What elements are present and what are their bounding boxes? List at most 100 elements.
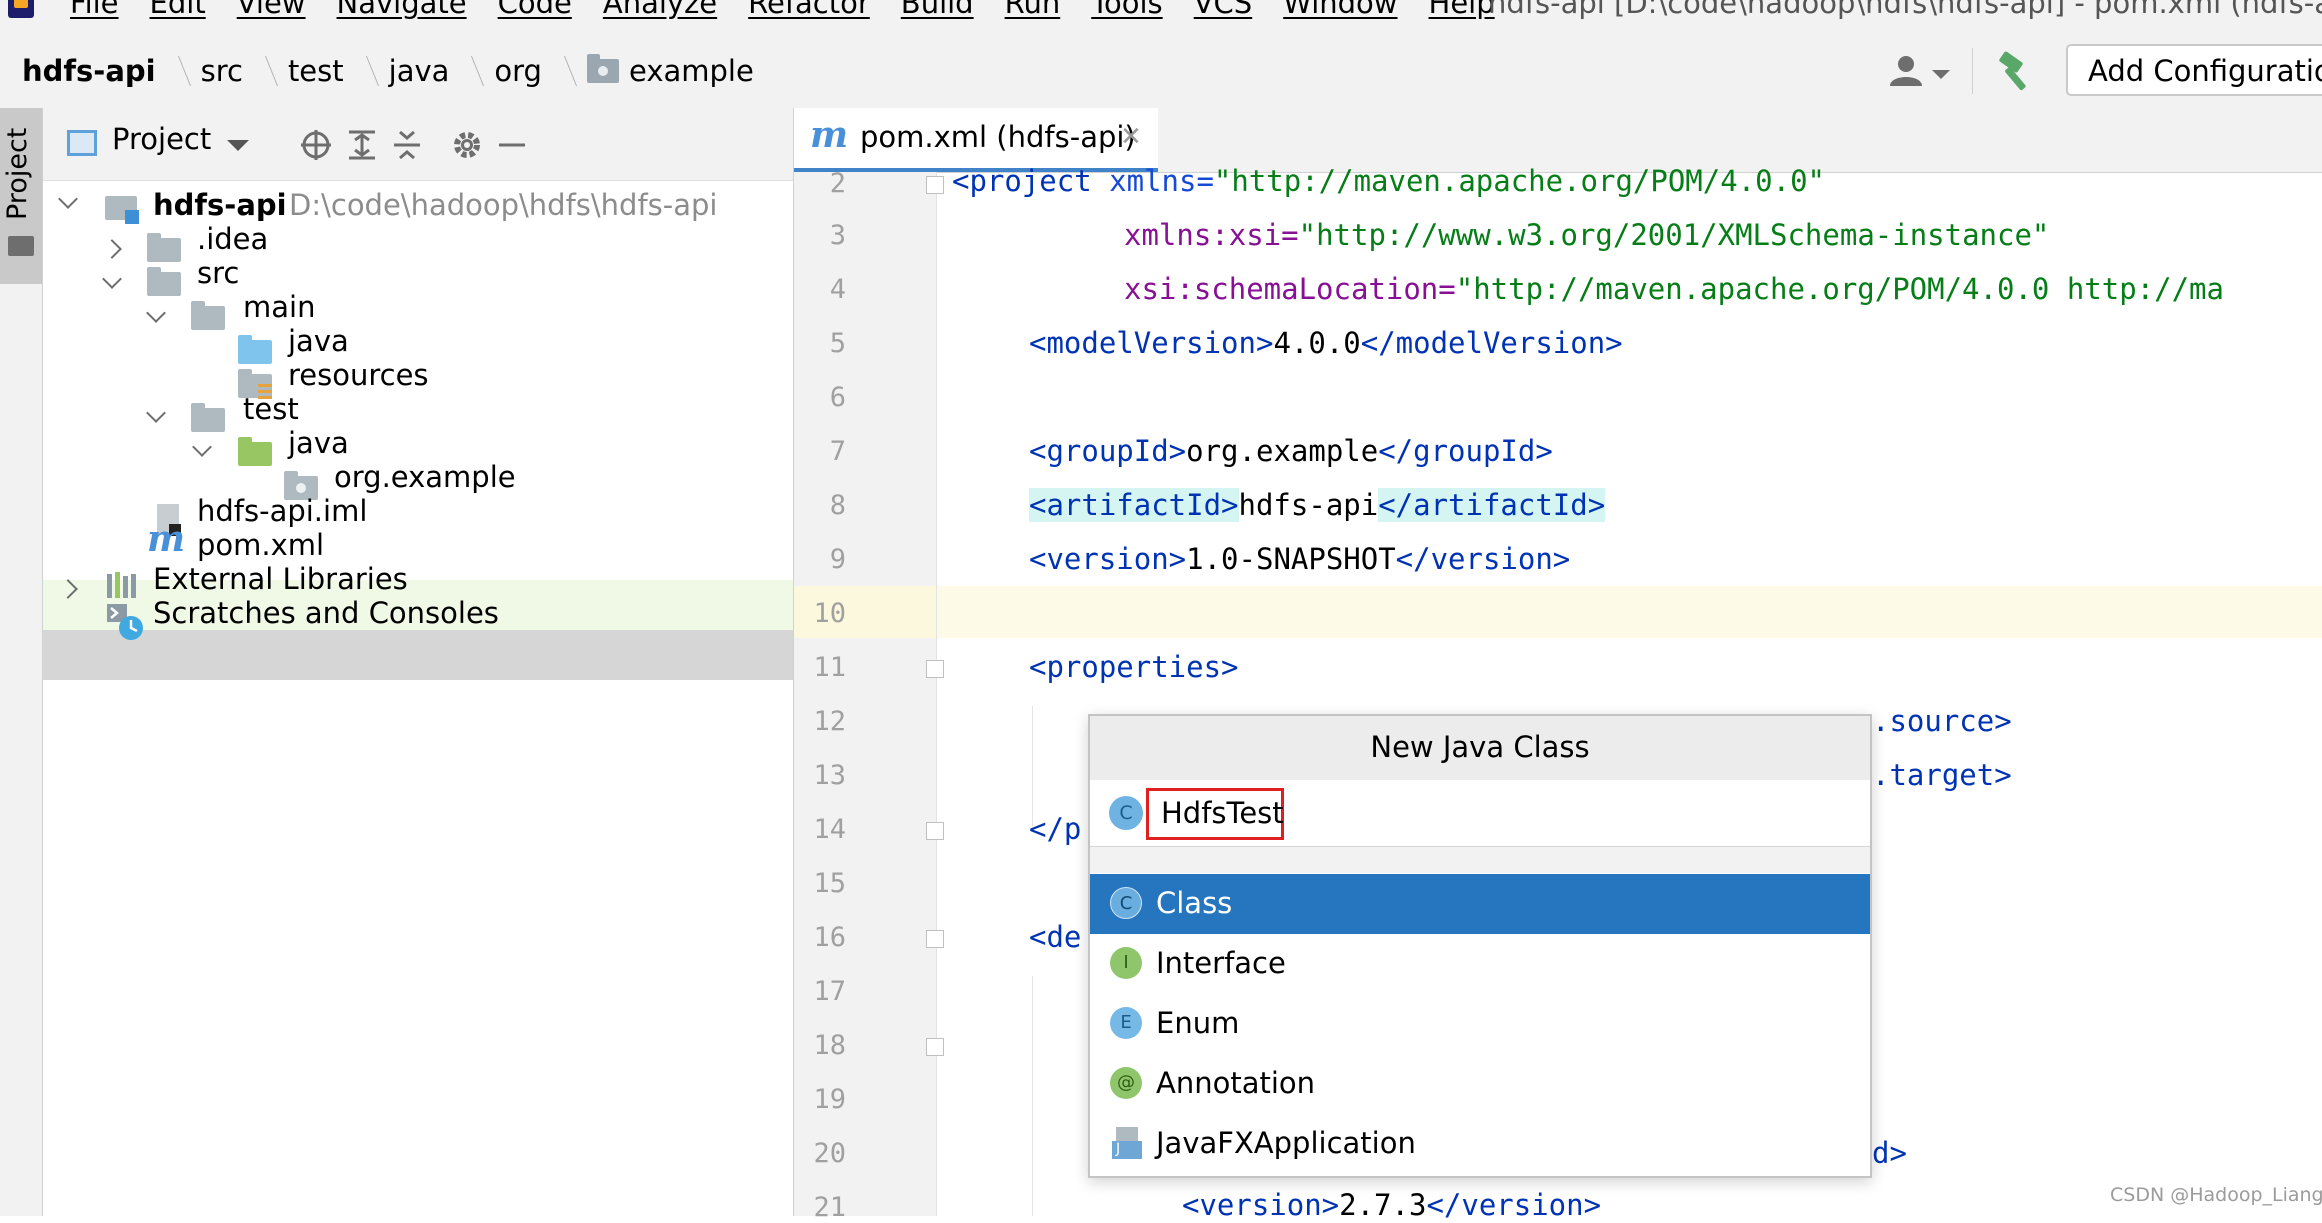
kind-option-interface[interactable]: I Interface: [1090, 934, 1870, 994]
tree-item-org-example[interactable]: org.example: [334, 460, 516, 494]
tree-item-test[interactable]: test: [243, 392, 299, 426]
breadcrumb-test[interactable]: test: [288, 54, 344, 88]
chevron-down-icon[interactable]: [58, 189, 78, 209]
chevron-down-icon[interactable]: [102, 269, 122, 289]
menu-navigate[interactable]: Navigate: [337, 0, 467, 20]
line-number: 18: [813, 1030, 846, 1061]
menu-refactor[interactable]: Refactor: [748, 0, 870, 20]
code-line-14[interactable]: </p: [1029, 812, 1081, 846]
tree-item-pom[interactable]: pom.xml: [197, 528, 324, 562]
tree-item-iml[interactable]: hdfs-api.iml: [197, 494, 367, 528]
code-line-7[interactable]: <groupId>org.example</groupId>: [1029, 434, 1553, 468]
tree-item-idea[interactable]: .idea: [197, 222, 268, 256]
class-name-input[interactable]: HdfsTest: [1146, 788, 1284, 840]
locate-target-icon[interactable]: [299, 128, 333, 162]
class-type-icon: C: [1109, 796, 1143, 830]
kind-option-annotation[interactable]: @ Annotation: [1090, 1054, 1870, 1114]
project-view-selector[interactable]: Project: [112, 122, 211, 156]
breadcrumb-java[interactable]: java: [389, 54, 450, 88]
menu-view[interactable]: View: [237, 0, 306, 20]
minimize-icon[interactable]: [495, 128, 529, 162]
chevron-down-icon[interactable]: [227, 140, 249, 151]
breadcrumb-separator-icon: [252, 56, 278, 86]
indent-guide: [1032, 976, 1033, 1216]
line-number: 3: [829, 220, 846, 251]
code-line-12[interactable]: .source>: [1872, 704, 2012, 738]
chevron-down-icon[interactable]: [192, 437, 212, 457]
breadcrumb: hdfs-api src test java org example: [22, 34, 754, 108]
fold-marker-icon[interactable]: [926, 176, 944, 194]
tree-item-test-java[interactable]: java: [288, 426, 349, 460]
menu-file[interactable]: File: [70, 0, 119, 20]
line-number: 14: [813, 814, 846, 845]
tree-item-path: D:\code\hadoop\hdfs\hdfs-api: [289, 188, 718, 222]
kind-label: Class: [1156, 886, 1233, 920]
code-line-8[interactable]: <artifactId>hdfs-api</artifactId>: [1029, 488, 1606, 522]
intellij-app-icon[interactable]: [8, 0, 34, 18]
code-line-20[interactable]: d>: [1872, 1136, 1907, 1170]
libraries-icon: [107, 572, 136, 598]
code-line-2[interactable]: <project xmlns="http://maven.apache.org/…: [952, 164, 1825, 198]
fold-marker-icon[interactable]: [926, 930, 944, 948]
maven-icon: m: [810, 114, 849, 156]
project-tool-button[interactable]: Project: [0, 108, 42, 284]
line-number: 13: [813, 760, 846, 791]
menu-vcs[interactable]: VCS: [1194, 0, 1253, 20]
chevron-down-icon[interactable]: [146, 403, 166, 423]
hammer-build-icon[interactable]: [1994, 50, 2036, 92]
code-line-16[interactable]: <de: [1029, 920, 1081, 954]
close-icon[interactable]: ✕: [1120, 122, 1142, 152]
code-line-21[interactable]: <version>2.7.3</version>: [1182, 1188, 1601, 1222]
chevron-down-icon[interactable]: [1932, 70, 1950, 79]
breadcrumb-src[interactable]: src: [201, 54, 243, 88]
menu-window[interactable]: Window: [1283, 0, 1397, 20]
kind-option-class[interactable]: C Class: [1090, 874, 1870, 934]
menu-run[interactable]: Run: [1005, 0, 1061, 20]
code-line-13[interactable]: .target>: [1872, 758, 2012, 792]
menu-edit[interactable]: Edit: [150, 0, 206, 20]
chevron-right-icon[interactable]: [102, 239, 122, 259]
breadcrumb-org[interactable]: org: [494, 54, 542, 88]
chevron-down-icon[interactable]: [146, 303, 166, 323]
test-source-folder-icon: [238, 437, 272, 466]
menu-code[interactable]: Code: [498, 0, 572, 20]
interface-icon: I: [1110, 947, 1142, 979]
menu-tools[interactable]: Tools: [1091, 0, 1162, 20]
line-number: 19: [813, 1084, 846, 1115]
tree-item-resources[interactable]: resources: [288, 358, 429, 392]
tree-item-scratches[interactable]: Scratches and Consoles: [153, 596, 499, 630]
editor-tab-pom[interactable]: m pom.xml (hdfs-api) ✕: [794, 108, 1158, 172]
tree-item-external-libraries[interactable]: External Libraries: [153, 562, 408, 596]
line-number: 7: [829, 436, 846, 467]
code-line-9[interactable]: <version>1.0-SNAPSHOT</version>: [1029, 542, 1570, 576]
code-line-11[interactable]: <properties>: [1029, 650, 1239, 684]
expand-all-icon[interactable]: [345, 128, 379, 162]
class-name-row: C HdfsTest: [1090, 780, 1870, 847]
fold-marker-icon[interactable]: [926, 822, 944, 840]
gear-icon[interactable]: [450, 128, 484, 162]
menu-analyze[interactable]: Analyze: [603, 0, 717, 20]
tree-item-main-java[interactable]: java: [288, 324, 349, 358]
popup-separator: [1090, 847, 1870, 873]
code-line-3[interactable]: xmlns:xsi="http://www.w3.org/2001/XMLSch…: [1124, 218, 2049, 252]
collapse-all-icon[interactable]: [390, 128, 424, 162]
kind-option-javafx[interactable]: J JavaFXApplication: [1090, 1114, 1870, 1174]
code-line-4[interactable]: xsi:schemaLocation="http://maven.apache.…: [1124, 272, 2224, 306]
code-line-5[interactable]: <modelVersion>4.0.0</modelVersion>: [1029, 326, 1623, 360]
menu-build[interactable]: Build: [901, 0, 974, 20]
add-configuration-button[interactable]: Add Configuration...: [2066, 44, 2322, 96]
tree-item-src[interactable]: src: [197, 256, 239, 290]
folder-icon: [191, 301, 225, 330]
kind-option-enum[interactable]: E Enum: [1090, 994, 1870, 1054]
kind-label: JavaFXApplication: [1156, 1126, 1416, 1160]
fold-marker-icon[interactable]: [926, 660, 944, 678]
tree-item-main[interactable]: main: [243, 290, 315, 324]
fold-marker-icon[interactable]: [926, 1038, 944, 1056]
user-icon[interactable]: [1886, 54, 1926, 88]
breadcrumb-project[interactable]: hdfs-api: [22, 54, 156, 88]
breadcrumb-example[interactable]: example: [629, 54, 754, 88]
menu-help[interactable]: Help: [1429, 0, 1495, 20]
tree-item-hdfs-api[interactable]: hdfs-api: [153, 188, 287, 222]
breadcrumb-separator-icon: [551, 56, 578, 86]
line-number: 8: [829, 490, 846, 521]
